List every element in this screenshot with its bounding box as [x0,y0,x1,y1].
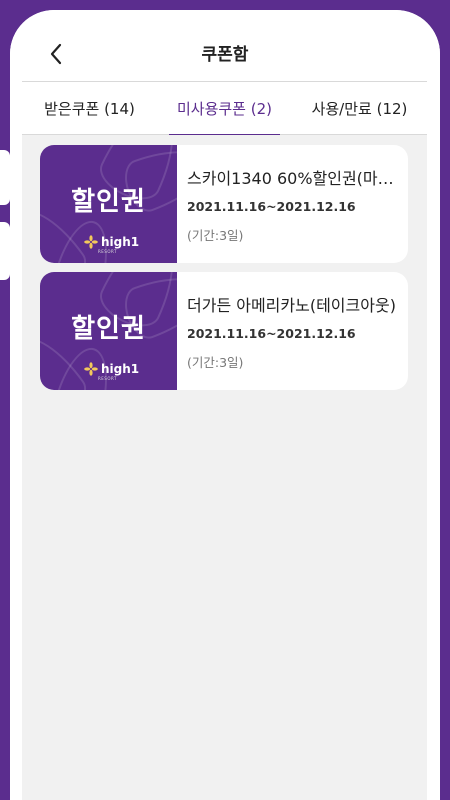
coupon-thumbnail: 할인권 high1 RESORT [40,272,177,390]
side-edge-tab [0,222,10,280]
tab-used-expired[interactable]: 사용/만료 (12) [292,82,427,134]
high1-logo: high1 [84,362,139,376]
flower-logo-icon [84,235,98,249]
coupon-card[interactable]: 할인권 high1 RESORT [40,145,408,263]
tab-bar: 받은쿠폰 (14) 미사용쿠폰 (2) 사용/만료 (12) [22,81,427,136]
coupon-name: 더가든 아메리카노(테이크아웃) [187,296,396,315]
coupon-thumb-title: 할인권 [71,187,146,217]
coupon-card[interactable]: 할인권 high1 RESORT [40,272,408,390]
header-bar: 쿠폰함 [10,10,440,82]
coupon-thumb-title: 할인권 [71,314,146,344]
coupon-validity: (기간:3일) [187,228,244,243]
side-edge-tab [0,150,10,205]
coupon-period: 2021.11.16~2021.12.16 [187,326,356,341]
coupon-period: 2021.11.16~2021.12.16 [187,199,356,214]
coupon-info: 더가든 아메리카노(테이크아웃) 2021.11.16~2021.12.16 (… [177,272,408,390]
coupon-list: 할인권 high1 RESORT 스카이1340 60%할인권(마운 2021.… [22,135,427,800]
flower-logo-icon [84,362,98,376]
high1-logo: high1 [84,235,139,249]
device-frame: 쿠폰함 받은쿠폰 (14) 미사용쿠폰 (2) 사용/만료 (12) 할인권 h… [0,0,450,800]
page-title: 쿠폰함 [201,45,249,65]
coupon-validity: (기간:3일) [187,355,244,370]
coupon-info: 스카이1340 60%할인권(마운틴콘도) 2021.11.16~2021.12… [177,145,408,263]
tab-received-coupons[interactable]: 받은쿠폰 (14) [22,82,157,134]
tab-unused-coupons[interactable]: 미사용쿠폰 (2) [157,82,292,136]
coupon-thumbnail: 할인권 high1 RESORT [40,145,177,263]
app-screen: 쿠폰함 받은쿠폰 (14) 미사용쿠폰 (2) 사용/만료 (12) 할인권 h… [10,10,440,800]
coupon-name: 스카이1340 60%할인권(마운틴콘도) [187,169,399,188]
